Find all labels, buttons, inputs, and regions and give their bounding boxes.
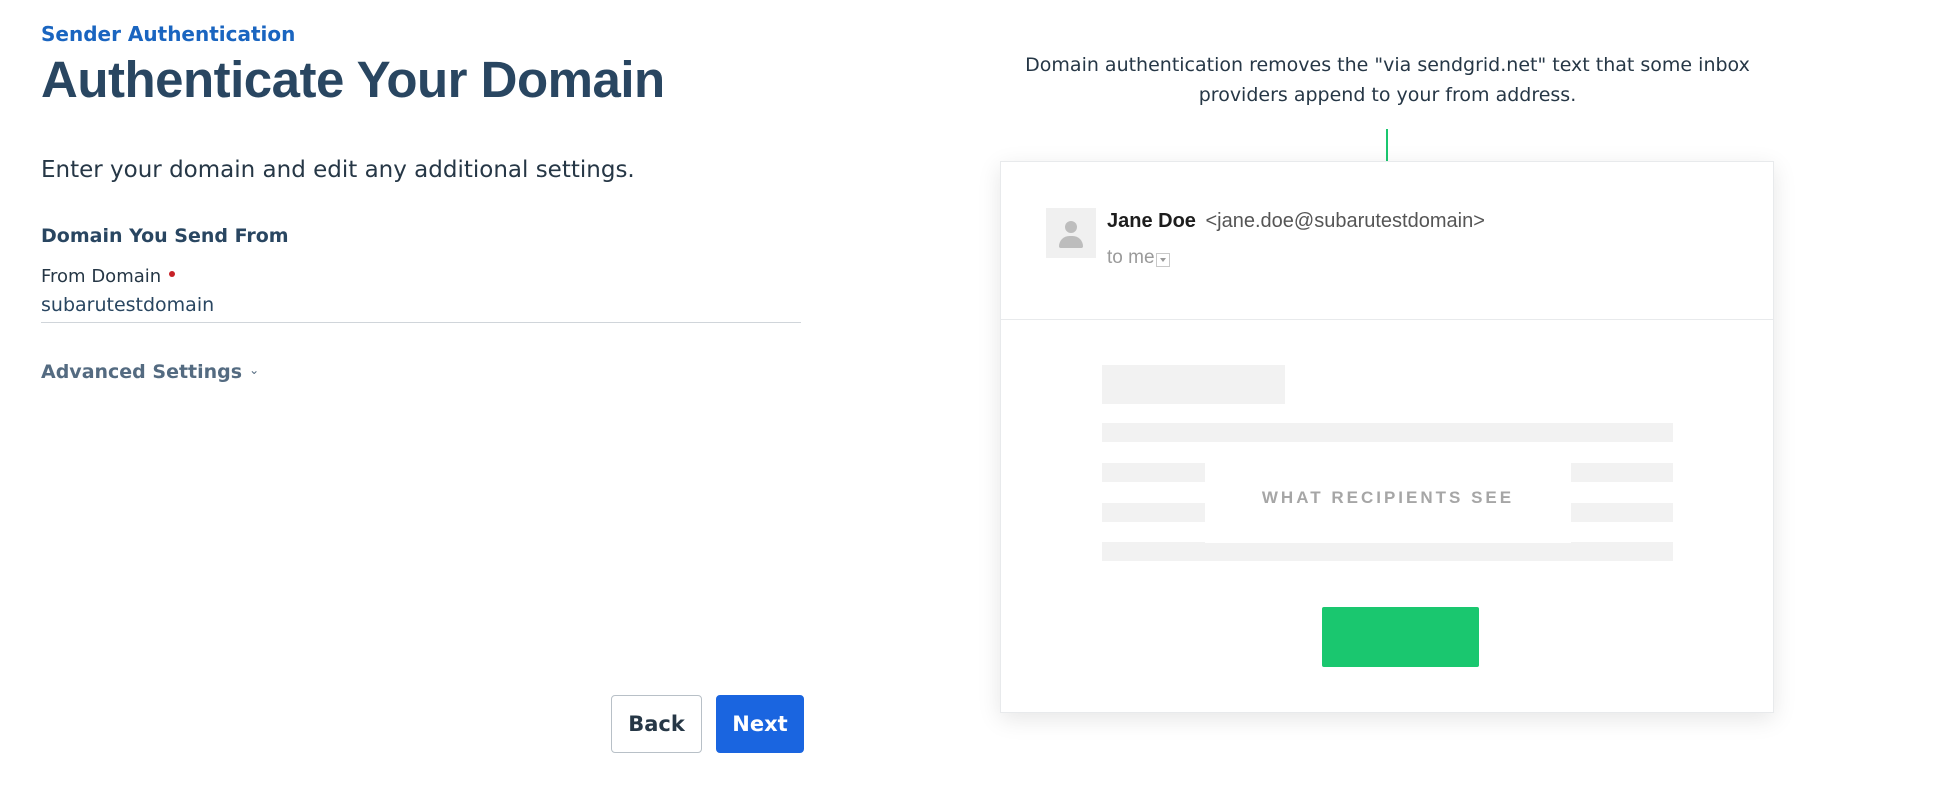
from-domain-label: From Domain [41, 266, 801, 287]
placeholder-text-line [1571, 463, 1673, 482]
sender-email: <jane.doe@subarutestdomain> [1205, 210, 1485, 232]
placeholder-cta-button [1322, 607, 1479, 667]
sender-line: Jane Doe <jane.doe@subarutestdomain> [1107, 210, 1485, 233]
section-heading-domain: Domain You Send From [41, 225, 289, 247]
what-recipients-see-label: WHAT RECIPIENTS SEE [1205, 453, 1571, 543]
intro-text: Enter your domain and edit any additiona… [41, 157, 635, 183]
placeholder-text-line [1102, 542, 1673, 561]
email-preview-card: Jane Doe <jane.doe@subarutestdomain> to … [1000, 161, 1774, 713]
placeholder-text-line [1102, 503, 1205, 522]
advanced-settings-label: Advanced Settings [41, 361, 243, 383]
breadcrumb-sender-authentication[interactable]: Sender Authentication [41, 22, 295, 46]
from-domain-field: From Domain [41, 266, 801, 323]
page-title: Authenticate Your Domain [41, 51, 665, 108]
placeholder-title-bar [1102, 365, 1285, 404]
recipient-line: to me [1107, 247, 1170, 269]
placeholder-text-line [1102, 423, 1673, 442]
recipient-dropdown-icon[interactable] [1155, 252, 1170, 267]
avatar [1046, 208, 1096, 258]
advanced-settings-toggle[interactable]: Advanced Settings ⌄ [41, 361, 259, 383]
avatar-head-icon [1065, 221, 1077, 233]
to-me-label: to me [1107, 247, 1155, 268]
avatar-body-icon [1059, 236, 1083, 248]
chevron-down-icon: ⌄ [249, 363, 260, 377]
sender-name: Jane Doe [1107, 210, 1196, 232]
callout-text: Domain authentication removes the "via s… [1025, 54, 1750, 106]
back-button[interactable]: Back [611, 695, 702, 753]
placeholder-text-line [1102, 463, 1205, 482]
next-button[interactable]: Next [716, 695, 804, 753]
from-domain-input[interactable] [41, 291, 801, 323]
required-indicator-icon [169, 270, 176, 277]
placeholder-text-line [1571, 503, 1673, 522]
card-divider [1001, 319, 1773, 320]
from-domain-label-text: From Domain [41, 266, 162, 287]
